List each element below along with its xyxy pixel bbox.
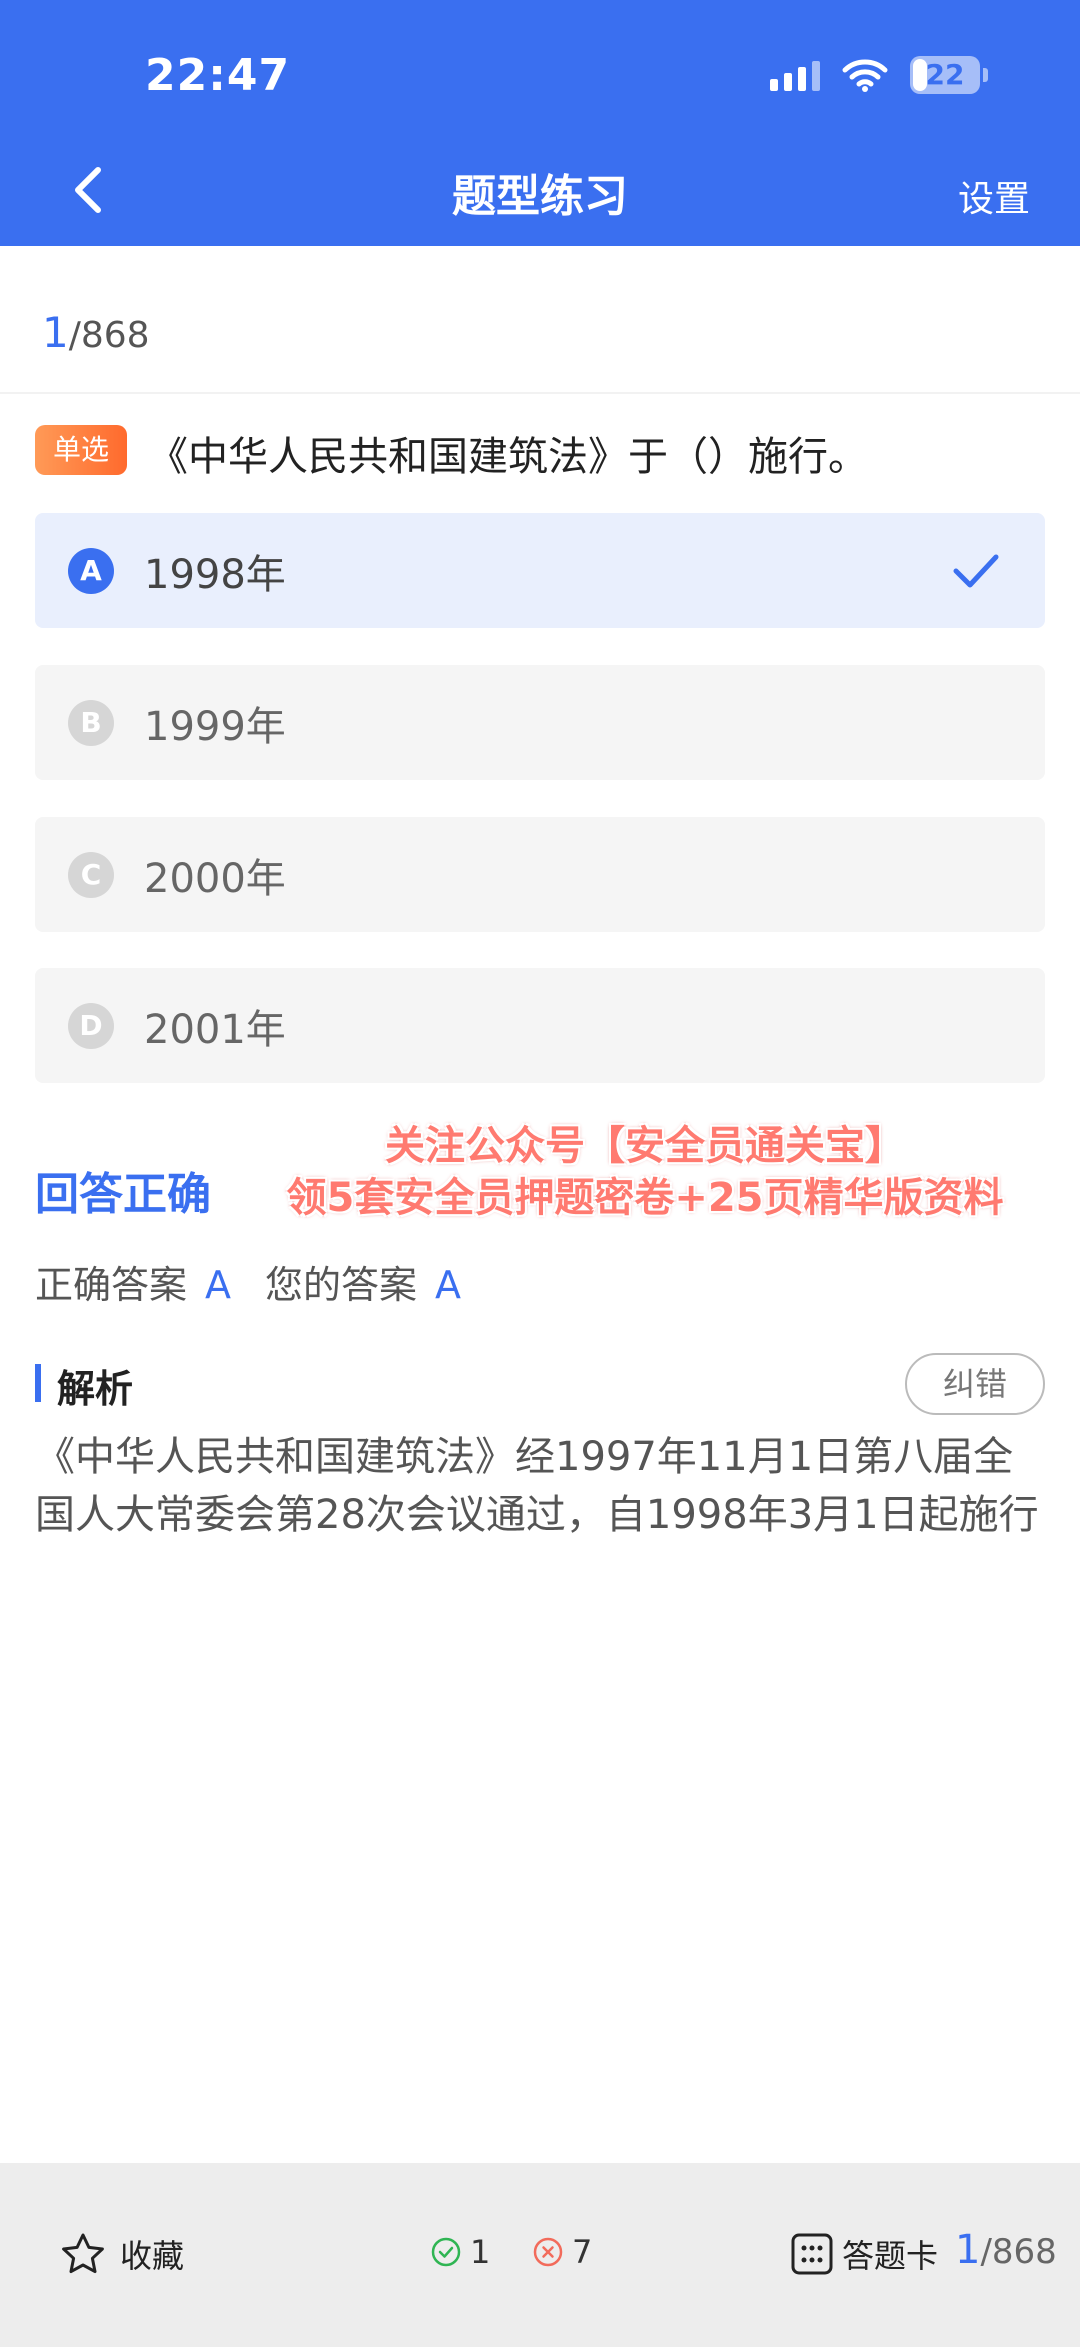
battery-tip xyxy=(983,68,988,82)
analysis-text: 《中华人民共和国建筑法》经1997年11月1日第八届全国人大常委会第28次会议通… xyxy=(35,1434,1039,1538)
bottom-total: /868 xyxy=(980,2232,1057,2272)
wrong-count: 7 xyxy=(532,2233,592,2271)
star-icon xyxy=(62,2233,104,2274)
favorite-label: 收藏 xyxy=(120,2237,185,2275)
option-b[interactable]: B 1999年 xyxy=(35,665,1045,780)
correct-answer-label: 正确答案 xyxy=(35,1263,188,1307)
bottom-question-counter: 1/868 xyxy=(955,2227,1057,2273)
battery-icon: 22 xyxy=(910,56,988,94)
battery-level: 22 xyxy=(925,58,965,91)
correct-count: 1 xyxy=(430,2233,490,2271)
your-answer: 您的答案 A xyxy=(265,1254,461,1309)
option-letter: A xyxy=(68,547,114,594)
analysis-heading: 解析 xyxy=(57,1367,134,1411)
question-page: 22:47 22 题型练习 设置 1/868 单选 《中华人民共和国建筑法》于（… xyxy=(0,0,1080,2347)
x-circle-icon xyxy=(533,2237,563,2267)
divider xyxy=(0,392,1080,394)
option-c[interactable]: C 2000年 xyxy=(35,817,1045,932)
settings-button[interactable]: 设置 xyxy=(958,170,1030,222)
option-a[interactable]: A 1998年 xyxy=(35,513,1045,628)
question-counter: 1/868 xyxy=(42,308,150,357)
bottom-current-number: 1 xyxy=(955,2227,981,2273)
answer-card-label: 答题卡 xyxy=(842,2237,939,2275)
checkmark-icon xyxy=(953,554,999,588)
your-answer-label: 您的答案 xyxy=(265,1263,418,1307)
answer-card-button[interactable]: 答题卡 xyxy=(790,2231,938,2277)
status-time: 22:47 xyxy=(145,50,291,101)
bottom-bar: 收藏 1 7 答题卡 1/868 xyxy=(0,2163,1080,2347)
option-text: 1999年 xyxy=(144,703,286,750)
option-letter: C xyxy=(68,851,114,898)
answer-summary: 正确答案 A 您的答案 A xyxy=(35,1254,475,1309)
option-d[interactable]: D 2001年 xyxy=(35,968,1045,1083)
watermark-line-1: 关注公众号【安全员通关宝】 xyxy=(385,1123,905,1169)
grid-icon xyxy=(791,2233,833,2275)
option-text: 2000年 xyxy=(144,855,286,902)
option-text: 1998年 xyxy=(144,551,286,598)
wrong-count-value: 7 xyxy=(572,2233,593,2271)
analysis-accent-bar xyxy=(35,1364,41,1402)
page-title: 题型练习 xyxy=(452,171,628,222)
option-letter: D xyxy=(68,1002,114,1049)
favorite-button[interactable]: 收藏 xyxy=(60,2231,184,2277)
current-question-number: 1 xyxy=(42,308,69,357)
header: 22:47 22 题型练习 设置 xyxy=(0,0,1080,246)
question-type-tag: 单选 xyxy=(35,425,127,475)
answer-result-status: 回答正确 xyxy=(35,1169,211,1220)
wifi-icon xyxy=(842,59,888,92)
watermark-line-2: 领5套安全员押题密卷+25页精华版资料 xyxy=(286,1175,1004,1221)
option-letter: B xyxy=(68,699,114,746)
correct-answer-value: A xyxy=(205,1263,232,1307)
promo-watermark: 关注公众号【安全员通关宝】 领5套安全员押题密卷+25页精华版资料 xyxy=(250,1120,1040,1224)
question-text: 《中华人民共和国建筑法》于（）施行。 xyxy=(148,434,868,480)
check-circle-icon xyxy=(431,2237,461,2267)
your-answer-value: A xyxy=(435,1263,462,1307)
correct-count-value: 1 xyxy=(470,2233,491,2271)
correct-answer: 正确答案 A xyxy=(35,1254,231,1309)
status-icons: 22 xyxy=(770,56,988,94)
total-questions: /868 xyxy=(68,315,150,356)
report-error-button[interactable]: 纠错 xyxy=(905,1353,1045,1415)
option-text: 2001年 xyxy=(144,1006,286,1053)
cellular-signal-icon xyxy=(770,59,820,91)
